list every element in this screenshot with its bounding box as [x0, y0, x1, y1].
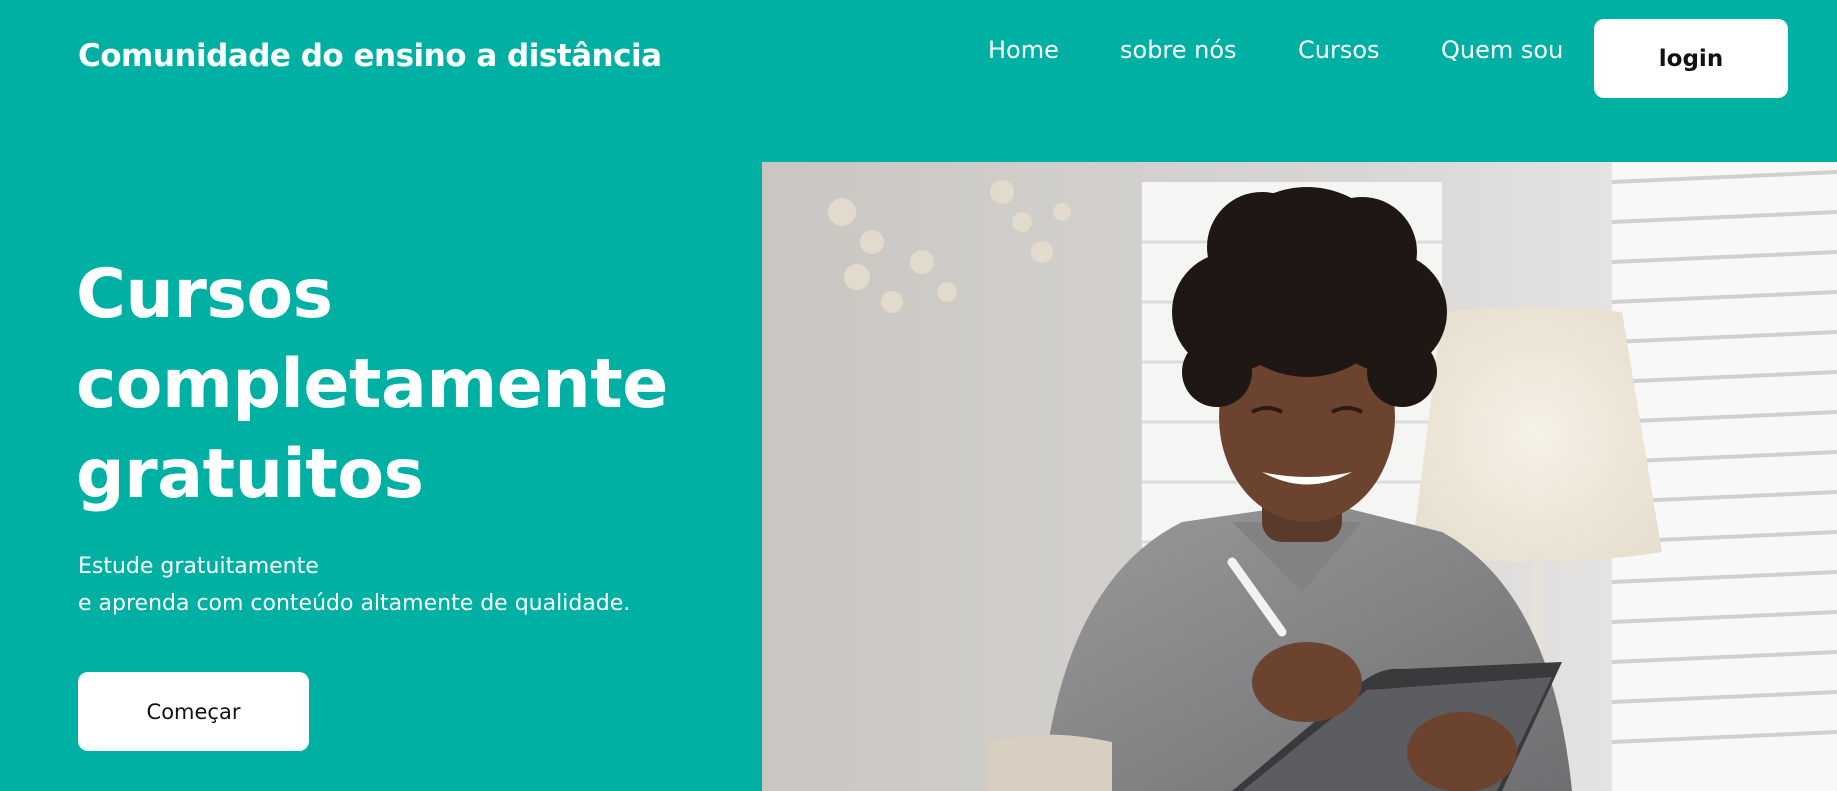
- hero-subtitle-line-1: Estude gratuitamente: [78, 554, 319, 579]
- nav-link-sobre-nos[interactable]: sobre nós: [1120, 36, 1237, 70]
- hero-subtitle-line-2: e aprenda com conteúdo altamente de qual…: [78, 591, 631, 616]
- hero-title-line-2: completamente: [76, 345, 668, 424]
- hero-title-line-3: gratuitos: [76, 435, 424, 514]
- hero-subtitle: Estude gratuitamente e aprenda com conte…: [78, 548, 630, 622]
- login-button[interactable]: login: [1594, 19, 1788, 98]
- hero-photo: [762, 162, 1837, 791]
- nav-link-quem-sou[interactable]: Quem sou: [1441, 36, 1563, 70]
- start-button[interactable]: Começar: [78, 672, 309, 751]
- nav-link-cursos[interactable]: Cursos: [1298, 36, 1380, 70]
- nav-link-home[interactable]: Home: [988, 36, 1059, 70]
- site-brand[interactable]: Comunidade do ensino a distância: [78, 38, 662, 74]
- hero-title-line-1: Cursos: [76, 255, 333, 334]
- hero-title: Cursos completamente gratuitos: [76, 250, 668, 520]
